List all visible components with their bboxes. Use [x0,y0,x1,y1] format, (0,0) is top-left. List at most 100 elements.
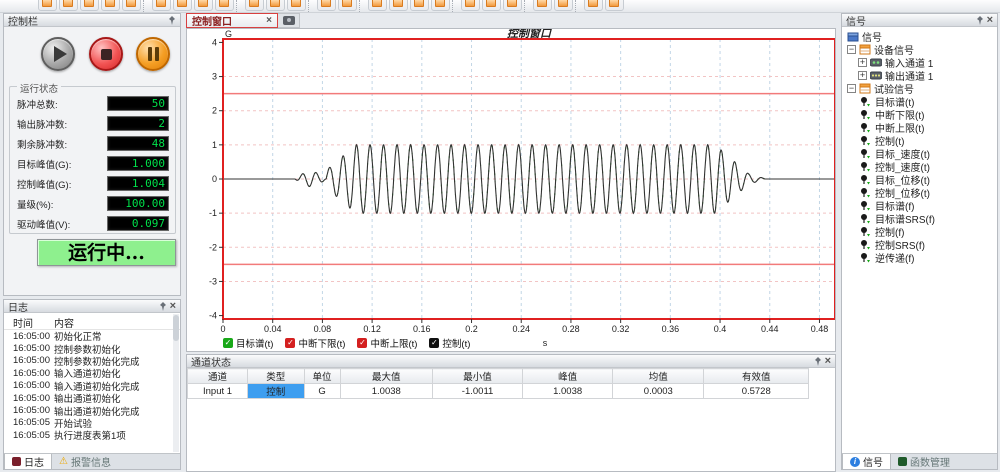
toolbar-button[interactable] [533,0,552,11]
toolbar-button[interactable] [173,0,192,11]
tree-item[interactable]: 控制_位移(t) [845,186,995,199]
signal-icon [860,135,872,146]
legend-item: ✓中断下限(t) [285,336,345,350]
expand-icon[interactable]: + [858,71,867,80]
toolbar-separator [236,0,242,12]
tab-function-manager[interactable]: 函数管理 [891,454,957,469]
toolbar-button[interactable] [38,0,57,11]
svg-text:-4: -4 [209,311,217,321]
close-icon[interactable]: × [987,16,993,25]
toolbar-button[interactable] [503,0,522,11]
svg-text:0.28: 0.28 [562,324,580,334]
table-cell: 0.0003 [613,384,704,399]
toolbar-icon [435,0,445,7]
play-button[interactable] [41,37,75,71]
tab-control-window[interactable]: 控制窗口 × [186,13,278,28]
tree-item[interactable]: 逆传递(f) [845,251,995,264]
status-field-label: 目标峰值(G): [17,157,71,171]
toolbar-button[interactable] [101,0,120,11]
warning-icon: ⚠ [59,457,68,467]
status-field: 控制峰值(G):1.004 [17,175,169,192]
toolbar-icon [156,0,166,7]
toolbar-button[interactable] [482,0,501,11]
legend-label: 控制(t) [442,336,470,350]
toolbar-button[interactable] [194,0,213,11]
close-icon[interactable]: × [825,357,831,366]
toolbar-button[interactable] [80,0,99,11]
svg-text:0: 0 [220,324,225,334]
legend-checkbox[interactable]: ✓ [223,338,233,348]
legend-item: ✓控制(t) [429,336,470,350]
toolbar-button[interactable] [368,0,387,11]
toolbar-button[interactable] [410,0,429,11]
log-time: 16:05:00 [4,331,54,342]
tree-item[interactable]: 目标谱SRS(f) [845,212,995,225]
toolbar-button[interactable] [215,0,234,11]
log-scrollbar[interactable] [173,314,179,452]
tree-item[interactable]: −试验信号 [845,82,995,95]
tab-signals[interactable]: i 信号 [842,454,891,469]
toolbar-button[interactable] [605,0,624,11]
toolbar-button[interactable] [317,0,336,11]
waveform-plot[interactable]: 43210-1-2-3-400.040.080.120.160.20.240.2… [187,29,835,358]
tab-log[interactable]: 日志 [4,454,52,469]
pin-icon[interactable] [159,302,167,311]
stop-button[interactable] [89,37,123,71]
toolbar-button[interactable] [431,0,450,11]
legend-checkbox[interactable]: ✓ [285,338,295,348]
collapse-icon[interactable]: − [847,45,856,54]
toolbar-button[interactable] [584,0,603,11]
status-field-label: 量级(%): [17,197,53,211]
close-tab-icon[interactable]: × [266,16,272,25]
pause-button[interactable] [136,37,170,71]
signals-panel: 信号 × 信号−设备信号+输入通道 1+输出通道 1−试验信号目标谱(t)中断下… [841,13,998,470]
table-row[interactable]: Input 1控制G1.0038-1.00111.00380.00030.572… [188,384,809,399]
svg-text:-2: -2 [209,242,217,252]
pin-icon[interactable] [168,16,176,25]
toolbar-button[interactable] [59,0,78,11]
pin-icon[interactable] [976,16,984,25]
control-panel-titlebar: 控制栏 [4,14,180,27]
close-icon[interactable]: × [170,302,176,311]
tab-snapshot[interactable] [278,13,300,28]
status-field: 驱动峰值(V):0.097 [17,215,169,232]
toolbar-button[interactable] [152,0,171,11]
legend-checkbox[interactable]: ✓ [429,338,439,348]
tree-item[interactable]: +输出通道 1 [845,69,995,82]
log-row: 16:05:00初始化正常 [4,330,173,342]
tree-root-signal[interactable]: 信号 [845,30,995,43]
toolbar-button[interactable] [338,0,357,11]
svg-text:G: G [225,29,232,39]
dataset-icon [859,83,871,94]
tree-label: 逆传递(f) [875,250,914,265]
toolbar-icon [177,0,187,7]
log-rows: 16:05:00初始化正常16:05:00控制参数初始化16:05:00控制参数… [4,330,173,442]
legend-item: ✓目标谱(t) [223,336,273,350]
toolbar-button[interactable] [461,0,480,11]
svg-text:3: 3 [212,72,217,82]
svg-text:0.16: 0.16 [413,324,431,334]
pin-icon[interactable] [814,357,822,366]
legend-checkbox[interactable]: ✓ [357,338,367,348]
toolbar-icon [126,0,136,7]
log-panel-title: 日志 [8,299,28,314]
svg-text:0.44: 0.44 [761,324,779,334]
svg-text:0.2: 0.2 [465,324,478,334]
tab-alarm-info[interactable]: ⚠ 报警信息 [52,454,118,469]
tree-item[interactable]: 中断上限(t) [845,121,995,134]
signal-icon [860,226,872,237]
tree-item[interactable]: 控制SRS(f) [845,238,995,251]
signal-icon [860,148,872,159]
collapse-icon[interactable]: − [847,84,856,93]
control-panel: 控制栏 运行状态 脉冲总数:50输出脉冲数:2剩余脉冲数:48目标峰值(G):1… [3,13,181,296]
toolbar-button[interactable] [245,0,264,11]
toolbar-button[interactable] [287,0,306,11]
toolbar-button[interactable] [122,0,141,11]
toolbar-button[interactable] [554,0,573,11]
info-icon: i [850,457,860,467]
expand-icon[interactable]: + [858,58,867,67]
log-col-content: 内容 [54,315,74,330]
toolbar-button[interactable] [266,0,285,11]
toolbar-button[interactable] [389,0,408,11]
log-panel-titlebar: 日志 × [4,300,180,313]
